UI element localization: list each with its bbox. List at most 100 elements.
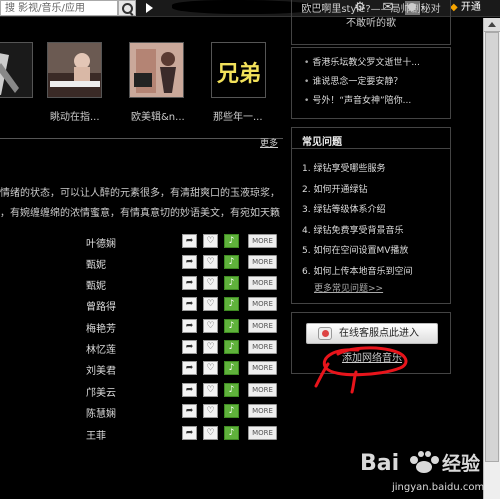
song-row: 曾路得 ➦ ♡ ♪ MORE <box>86 297 286 313</box>
bullet-icon: • <box>304 77 310 87</box>
news-item-label: 谁说思念一定要安静？ <box>312 77 403 87</box>
playlist-thumbnails: 兄弟 眺动在指... 欧美辑&n... 那些年一... <box>0 30 283 130</box>
heart-icon[interactable]: ♡ <box>203 404 218 418</box>
add-music-icon[interactable]: ♪ <box>224 319 239 333</box>
news-item-label: 号外！“声音女神”陪你... <box>312 96 412 106</box>
scrollbar-thumb[interactable] <box>485 32 499 462</box>
artist-name[interactable]: 梅艳芳 <box>86 320 116 335</box>
more-link[interactable]: 更多 <box>260 138 278 150</box>
more-button[interactable]: MORE <box>248 297 277 311</box>
artist-name[interactable]: 林忆莲 <box>86 341 116 356</box>
heart-icon[interactable]: ♡ <box>203 426 218 440</box>
add-music-icon[interactable]: ♪ <box>224 255 239 269</box>
song-row: 刘美君 ➦ ♡ ♪ MORE <box>86 361 286 377</box>
news-item[interactable]: • 香港乐坛教父罗文逝世十... <box>304 54 450 73</box>
more-button[interactable]: MORE <box>248 319 277 333</box>
heart-icon[interactable]: ♡ <box>203 340 218 354</box>
more-button[interactable]: MORE <box>248 361 277 375</box>
search-icon[interactable] <box>118 0 136 16</box>
heart-icon[interactable]: ♡ <box>203 255 218 269</box>
heart-icon[interactable]: ♡ <box>203 234 218 248</box>
add-music-icon[interactable]: ♪ <box>224 404 239 418</box>
thumbnail-2[interactable] <box>47 42 102 98</box>
thumbnail-caption[interactable]: 欧美辑&n... <box>131 108 185 123</box>
faq-item[interactable]: 5. 如何在空间设置MV播放 <box>302 243 408 256</box>
news-list: • 香港乐坛教父罗文逝世十... • 谁说思念一定要安静？ • 号外！“声音女神”陪你… <box>291 47 451 119</box>
share-icon[interactable]: ➦ <box>182 234 197 248</box>
news-headline-line: 不敢听的歌 <box>346 18 396 29</box>
more-button[interactable]: MORE <box>248 340 277 354</box>
heart-icon[interactable]: ♡ <box>203 297 218 311</box>
artist-name[interactable]: 邝美云 <box>86 384 116 399</box>
share-icon[interactable]: ➦ <box>182 255 197 269</box>
faq-item[interactable]: 1. 绿钻享受哪些服务 <box>302 161 385 174</box>
more-button[interactable]: MORE <box>248 234 277 248</box>
vip-open-link[interactable]: ◆ 开通 <box>450 1 481 15</box>
artist-name[interactable]: 甄妮 <box>86 277 106 292</box>
share-icon[interactable]: ➦ <box>182 404 197 418</box>
search-input[interactable]: 搜 影视/音乐/应用 <box>0 0 118 16</box>
share-icon[interactable]: ➦ <box>182 276 197 290</box>
description-line: ，有婉缠缠绵的浓情蜜意，有情真意切的妙语美文，有宛如天籁 <box>0 208 280 219</box>
heart-icon[interactable]: ♡ <box>203 319 218 333</box>
share-icon[interactable]: ➦ <box>182 383 197 397</box>
add-music-icon[interactable]: ♪ <box>224 276 239 290</box>
right-column: 欧巴啊里style?——局帅剧秘对 不敢听的歌 • 香港乐坛教父罗文逝世十... … <box>291 0 454 499</box>
share-icon[interactable]: ➦ <box>182 297 197 311</box>
share-icon[interactable]: ➦ <box>182 340 197 354</box>
news-item[interactable]: • 谁说思念一定要安静？ <box>304 73 450 92</box>
heart-icon[interactable]: ♡ <box>203 276 218 290</box>
artist-name[interactable]: 叶德娴 <box>86 235 116 250</box>
scroll-up-icon[interactable] <box>484 18 500 32</box>
faq-panel: 常见问题 1. 绿钻享受哪些服务 2. 如何开通绿钻 3. 绿钻等级体系介绍 4… <box>291 127 451 304</box>
heart-icon[interactable]: ♡ <box>203 383 218 397</box>
news-item[interactable]: • 号外！“声音女神”陪你... <box>304 92 450 111</box>
thumbnail-1[interactable] <box>0 42 33 98</box>
bullet-icon: • <box>304 58 310 68</box>
more-button[interactable]: MORE <box>248 426 277 440</box>
faq-item[interactable]: 6. 如何上传本地音乐到空间 <box>302 264 412 277</box>
heart-icon[interactable]: ♡ <box>203 361 218 375</box>
artist-name[interactable]: 陈慧娴 <box>86 405 116 420</box>
more-button[interactable]: MORE <box>248 404 277 418</box>
thumbnail-4[interactable]: 兄弟 <box>211 42 266 98</box>
artist-name[interactable]: 曾路得 <box>86 298 116 313</box>
faq-item[interactable]: 2. 如何开通绿钻 <box>302 182 367 195</box>
thumbnail-caption[interactable]: 眺动在指... <box>50 108 100 123</box>
news-headline-line: 欧巴啊里style?——局帅剧秘对 <box>301 4 441 15</box>
add-music-icon[interactable]: ♪ <box>224 426 239 440</box>
section-divider <box>0 138 283 139</box>
thumbnail-caption[interactable]: 那些年一... <box>213 108 263 123</box>
add-music-icon[interactable]: ♪ <box>224 234 239 248</box>
share-icon[interactable]: ➦ <box>182 426 197 440</box>
add-music-icon[interactable]: ♪ <box>224 361 239 375</box>
description-line: 情绪的状态，可以让人醉的元素很多，有清甜爽口的玉液琼浆， <box>0 188 280 199</box>
play-icon[interactable] <box>146 3 153 13</box>
song-row: 林忆莲 ➦ ♡ ♪ MORE <box>86 340 286 356</box>
playlist-description: 情绪的状态，可以让人醉的元素很多，有清甜爽口的玉液琼浆， ，有婉缠缠绵的浓情蜜意… <box>0 184 283 224</box>
more-button[interactable]: MORE <box>248 276 277 290</box>
faq-more-link[interactable]: 更多常见问题>> <box>314 281 383 294</box>
artist-name[interactable]: 刘美君 <box>86 362 116 377</box>
faq-item[interactable]: 4. 绿钻免费享受背景音乐 <box>302 223 403 236</box>
vertical-scrollbar[interactable] <box>483 18 500 499</box>
artist-name[interactable]: 王菲 <box>86 427 106 442</box>
add-music-icon[interactable]: ♪ <box>224 340 239 354</box>
song-row: 王菲 ➦ ♡ ♪ MORE <box>86 426 286 442</box>
share-icon[interactable]: ➦ <box>182 361 197 375</box>
news-headline[interactable]: 欧巴啊里style?——局帅剧秘对 不敢听的歌 <box>291 0 451 45</box>
artist-name[interactable]: 甄妮 <box>86 256 106 271</box>
song-row: 甄妮 ➦ ♡ ♪ MORE <box>86 255 286 271</box>
news-item-label: 香港乐坛教父罗文逝世十... <box>312 58 420 68</box>
faq-item[interactable]: 3. 绿钻等级体系介绍 <box>302 202 385 215</box>
faq-title: 常见问题 <box>302 137 342 148</box>
song-row: 梅艳芳 ➦ ♡ ♪ MORE <box>86 319 286 335</box>
more-button[interactable]: MORE <box>248 255 277 269</box>
song-row: 陈慧娴 ➦ ♡ ♪ MORE <box>86 404 286 420</box>
more-button[interactable]: MORE <box>248 383 277 397</box>
bullet-icon: • <box>304 96 310 106</box>
add-music-icon[interactable]: ♪ <box>224 383 239 397</box>
add-music-icon[interactable]: ♪ <box>224 297 239 311</box>
share-icon[interactable]: ➦ <box>182 319 197 333</box>
thumbnail-3[interactable] <box>129 42 184 98</box>
